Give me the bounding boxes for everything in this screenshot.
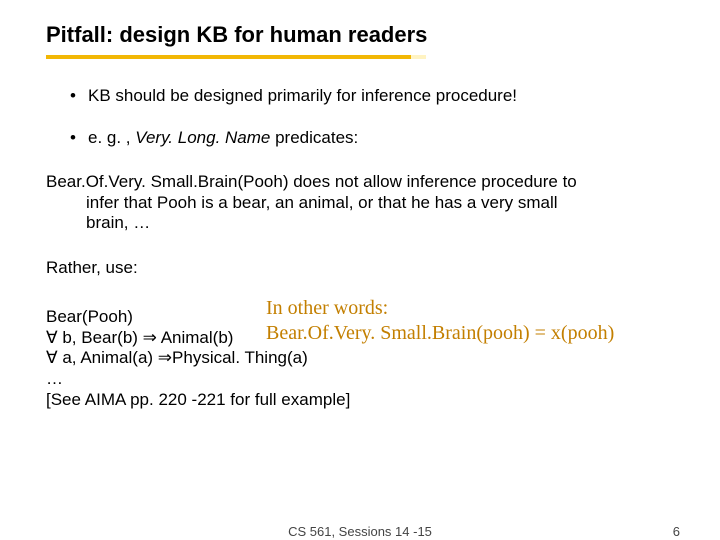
para-line: infer that Pooh is a bear, an animal, or… — [46, 193, 682, 214]
page-number: 6 — [673, 524, 680, 539]
bullet-list: KB should be designed primarily for infe… — [46, 86, 682, 148]
callout-box: In other words: Bear.Of.Very. Small.Brai… — [266, 296, 706, 346]
para-line: Bear.Of.Very. Small.Brain(Pooh) does not… — [46, 172, 682, 193]
body-paragraph: Bear.Of.Very. Small.Brain(Pooh) does not… — [46, 172, 682, 234]
rather-use-label: Rather, use: — [46, 258, 682, 279]
bullet-text: KB should be designed primarily for infe… — [88, 86, 517, 105]
bullet-text: e. g. , — [88, 128, 135, 147]
bullet-text: predicates: — [270, 128, 358, 147]
title-underline — [46, 52, 682, 62]
logic-line: [See AIMA pp. 220 -221 for full example] — [46, 390, 682, 411]
bullet-text-italic: Very. Long. Name — [135, 128, 270, 147]
slide-title: Pitfall: design KB for human readers — [46, 22, 682, 48]
slide: Pitfall: design KB for human readers KB … — [0, 0, 720, 540]
bullet-item: e. g. , Very. Long. Name predicates: — [70, 128, 682, 148]
callout-line: In other words: — [266, 296, 706, 321]
bullet-item: KB should be designed primarily for infe… — [70, 86, 682, 106]
logic-line: … — [46, 369, 682, 390]
callout-line: Bear.Of.Very. Small.Brain(pooh) = x(pooh… — [266, 321, 706, 346]
footer-center-text: CS 561, Sessions 14 -15 — [0, 524, 720, 539]
para-line: brain, … — [46, 213, 682, 234]
logic-line: ∀ a, Animal(a) ⇒Physical. Thing(a) — [46, 348, 682, 369]
